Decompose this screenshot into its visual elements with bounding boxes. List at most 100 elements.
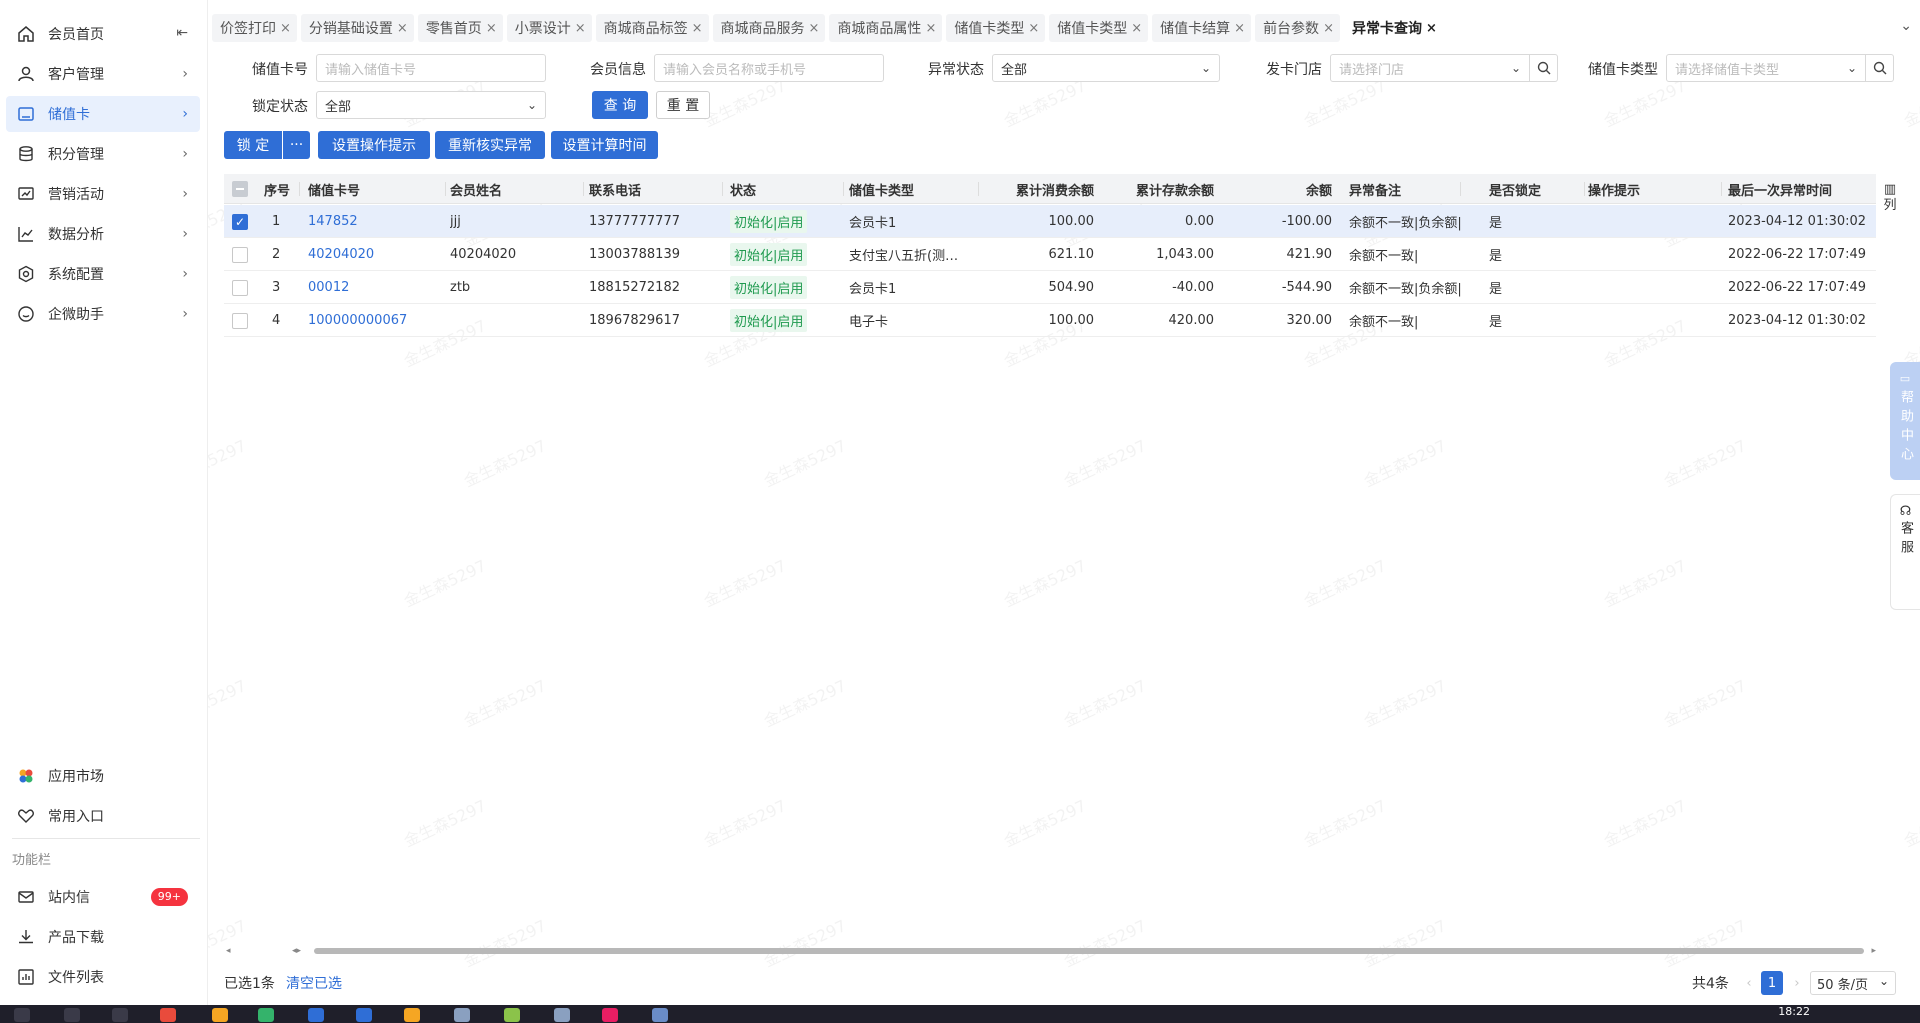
tab-mall-product-service[interactable]: 商城商品服务 × — [712, 14, 826, 42]
close-icon[interactable]: × — [280, 21, 291, 36]
issue-store-select[interactable]: 请选择门店 ⌄ — [1330, 54, 1530, 82]
query-button[interactable]: 查 询 — [592, 91, 648, 119]
app-icon[interactable] — [504, 1008, 520, 1022]
sidebar-item-home[interactable]: 会员首页 ⇤ — [6, 16, 200, 52]
table-row[interactable]: 3 00012 ztb 18815272182 初始化|启用 会员卡1 504.… — [224, 271, 1876, 304]
wechat-icon[interactable] — [258, 1008, 274, 1022]
tab-frontdesk-params[interactable]: 前台参数 × — [1255, 14, 1340, 42]
close-icon[interactable]: × — [1028, 21, 1039, 36]
collapse-sidebar-icon[interactable]: ⇤ — [176, 25, 188, 41]
sidebar-item-product-download[interactable]: 产品下载 — [6, 919, 200, 955]
sidebar-item-system[interactable]: 系统配置 › — [6, 256, 200, 292]
app-icon[interactable] — [554, 1008, 570, 1022]
close-icon[interactable]: × — [486, 21, 497, 36]
tab-mall-product-tags[interactable]: 商城商品标签 × — [595, 14, 709, 42]
app-icon[interactable] — [602, 1008, 618, 1022]
tab-distribution-settings[interactable]: 分销基础设置 × — [300, 14, 414, 42]
row-checkbox[interactable]: ✓ — [232, 205, 252, 238]
close-icon[interactable]: × — [809, 21, 820, 36]
close-icon[interactable]: × — [1234, 21, 1245, 36]
card-no-input[interactable]: 请输入储值卡号 — [316, 54, 546, 82]
column-settings-button[interactable]: ▥ 列 — [1880, 182, 1900, 214]
sidebar-item-label: 常用入口 — [48, 809, 104, 825]
chevron-down-icon[interactable]: ⌄ — [1900, 18, 1912, 34]
close-icon[interactable]: × — [692, 21, 703, 36]
prev-page-icon[interactable]: ‹ — [1742, 971, 1756, 995]
tab-card-type-2[interactable]: 储值卡类型 × — [1049, 14, 1149, 42]
cell-card-no-link[interactable]: 147852 — [308, 205, 446, 238]
header-remark: 异常备注 — [1349, 174, 1461, 204]
sidebar-item-app-market[interactable]: 应用市场 — [6, 758, 200, 794]
store-search-button[interactable] — [1530, 54, 1558, 82]
tab-receipt-design[interactable]: 小票设计 × — [506, 14, 592, 42]
help-center-button[interactable]: ▭ 帮助中心 — [1890, 362, 1920, 480]
search-icon[interactable] — [64, 1008, 80, 1022]
clear-selection-link[interactable]: 清空已选 — [286, 973, 342, 993]
scroll-left-icon[interactable]: ◂▸ — [292, 946, 301, 956]
sidebar-item-file-list[interactable]: 文件列表 — [6, 959, 200, 995]
sidebar-item-analytics[interactable]: 数据分析 › — [6, 216, 200, 252]
more-actions-button[interactable]: ··· — [283, 131, 310, 159]
browser-icon[interactable] — [160, 1008, 176, 1022]
sidebar-item-customer[interactable]: 客户管理 › — [6, 56, 200, 92]
header-phone: 联系电话 — [589, 174, 723, 204]
tab-card-settlement[interactable]: 储值卡结算 × — [1152, 14, 1252, 42]
cell-card-no-link[interactable]: 40204020 — [308, 238, 446, 271]
card-type-search-button[interactable] — [1866, 54, 1894, 82]
row-checkbox[interactable] — [232, 271, 252, 304]
set-calc-time-button[interactable]: 设置计算时间 — [551, 131, 658, 159]
folder-icon[interactable] — [212, 1008, 228, 1022]
set-tip-button[interactable]: 设置操作提示 — [318, 131, 430, 159]
tab-mall-product-attributes[interactable]: 商城商品属性 × — [829, 14, 943, 42]
card-type-select[interactable]: 请选择储值卡类型 ⌄ — [1666, 54, 1866, 82]
card-icon — [16, 104, 36, 124]
reverify-button[interactable]: 重新核实异常 — [435, 131, 545, 159]
sidebar-item-favorites[interactable]: 常用入口 — [6, 798, 200, 834]
abnormal-status-select[interactable]: 全部 ⌄ — [992, 54, 1220, 82]
table-row[interactable]: 4 100000000067 18967829617 初始化|启用 电子卡 10… — [224, 304, 1876, 337]
scroll-right-icon[interactable]: ▸ — [1871, 946, 1876, 956]
close-icon[interactable]: × — [575, 21, 586, 36]
cell-last-time: 2022-06-22 17:07:49 — [1728, 247, 1867, 262]
tab-abnormal-card-query[interactable]: 异常卡查询 × — [1343, 14, 1443, 42]
tab-card-type-1[interactable]: 储值卡类型 × — [946, 14, 1046, 42]
lock-status-select[interactable]: 全部 ⌄ — [316, 91, 546, 119]
row-checkbox[interactable] — [232, 238, 252, 271]
scroll-left-icon[interactable]: ◂ — [226, 946, 231, 956]
app-icon[interactable] — [454, 1008, 470, 1022]
sidebar-item-marketing[interactable]: 营销活动 › — [6, 176, 200, 212]
close-icon[interactable]: × — [397, 21, 408, 36]
lock-button[interactable]: 锁 定 — [224, 131, 282, 159]
page-1-button[interactable]: 1 — [1761, 971, 1783, 995]
app-icon[interactable] — [356, 1008, 372, 1022]
row-checkbox[interactable] — [232, 304, 252, 337]
file-explorer-icon[interactable] — [404, 1008, 420, 1022]
tab-retail-home[interactable]: 零售首页 × — [417, 14, 503, 42]
close-icon[interactable]: × — [1323, 21, 1334, 36]
next-page-icon[interactable]: › — [1790, 971, 1804, 995]
select-all-checkbox[interactable] — [232, 174, 252, 204]
windows-start-icon[interactable] — [14, 1008, 30, 1022]
cell-card-no-link[interactable]: 100000000067 — [308, 304, 446, 337]
scrollbar-thumb[interactable] — [314, 948, 1864, 954]
close-icon[interactable]: × — [1426, 21, 1437, 36]
page-size-select[interactable]: 50 条/页 ⌄ — [1810, 971, 1896, 995]
sidebar-item-wecom[interactable]: 企微助手 › — [6, 296, 200, 332]
app-icon[interactable] — [652, 1008, 668, 1022]
table-row[interactable]: 2 40204020 40204020 13003788139 初始化|启用 支… — [224, 238, 1876, 271]
customer-service-button[interactable]: ☊ 客服 — [1890, 494, 1920, 610]
sidebar-item-points[interactable]: 积分管理 › — [6, 136, 200, 172]
cell-card-no-link[interactable]: 00012 — [308, 271, 446, 304]
reset-button[interactable]: 重 置 — [656, 91, 710, 119]
taskview-icon[interactable] — [112, 1008, 128, 1022]
sidebar-item-messages[interactable]: 站内信 99+ — [6, 879, 200, 915]
table-row[interactable]: ✓ 1 147852 jjj 13777777777 初始化|启用 会员卡1 1… — [224, 205, 1876, 238]
sidebar-item-stored-value-card[interactable]: 储值卡 › — [6, 96, 200, 132]
close-icon[interactable]: × — [1131, 21, 1142, 36]
app-market-icon — [16, 766, 36, 786]
member-info-input[interactable]: 请输入会员名称或手机号 — [654, 54, 884, 82]
close-icon[interactable]: × — [925, 21, 936, 36]
tab-price-tag-print[interactable]: 价签打印 × — [212, 14, 297, 42]
app-icon[interactable] — [308, 1008, 324, 1022]
horizontal-scrollbar[interactable]: ◂ ◂▸ ▸ — [224, 946, 1876, 956]
